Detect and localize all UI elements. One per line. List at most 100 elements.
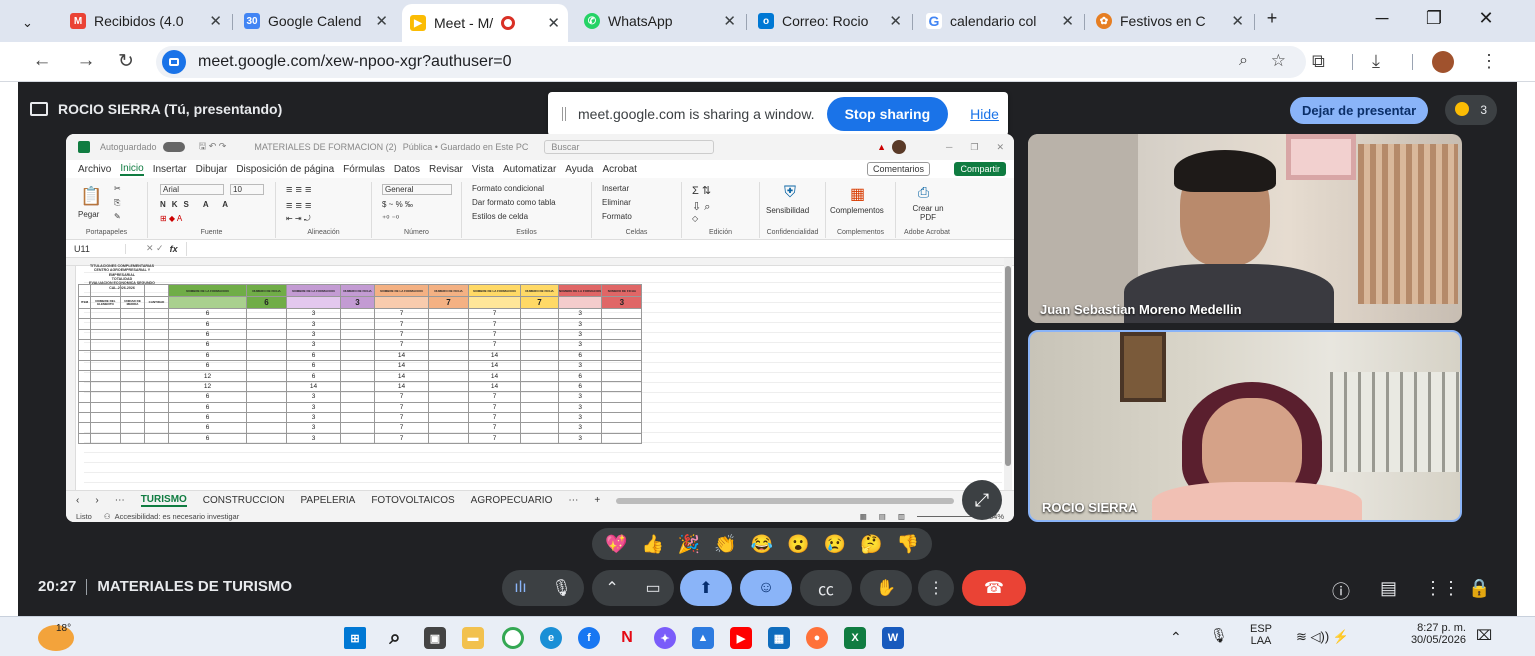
table-cell[interactable]: 3 — [286, 339, 341, 351]
table-cell[interactable] — [144, 370, 169, 382]
sheet-tab-construccion[interactable]: CONSTRUCCION — [203, 495, 285, 506]
table-cell[interactable] — [520, 370, 559, 382]
table-cell[interactable] — [78, 422, 91, 434]
close-icon[interactable]: ✕ — [723, 12, 736, 30]
table-cell[interactable] — [428, 318, 469, 330]
sheet-more-icon[interactable]: ⋯ — [115, 495, 125, 506]
reaction-party-icon[interactable]: 🎉 — [678, 534, 700, 555]
close-icon[interactable]: ✕ — [1061, 12, 1074, 30]
table-cell[interactable]: 6 — [286, 359, 341, 372]
table-cell[interactable]: 6 — [168, 349, 247, 361]
tab-meet[interactable]: ▶ Meet - M/ ✕ — [402, 4, 568, 42]
table-cell[interactable] — [120, 339, 145, 351]
table-cell[interactable]: 3 — [286, 328, 341, 341]
table-cell[interactable] — [428, 370, 469, 382]
new-tab-plus-icon[interactable]: + — [1252, 8, 1292, 29]
download-icon[interactable]: ⤓ — [1372, 51, 1380, 72]
table-cell[interactable]: 6 — [168, 401, 247, 413]
table-cell[interactable]: 7 — [468, 307, 521, 320]
sheet-tab-turismo[interactable]: TURISMO — [140, 494, 187, 507]
table-cell[interactable]: 3 — [557, 411, 603, 424]
excel-search[interactable]: Buscar — [544, 140, 715, 154]
close-icon[interactable]: ✕ — [889, 12, 902, 30]
menu-formulas[interactable]: Fórmulas — [343, 164, 385, 175]
table-cell[interactable]: 6 — [168, 391, 247, 403]
table-cell[interactable]: 6 — [168, 318, 247, 330]
table-cell[interactable]: 7 — [374, 411, 429, 424]
tab-outlook[interactable]: o Correo: Rocio ✕ — [750, 6, 910, 36]
copy-icon[interactable]: ⎘ — [114, 198, 120, 208]
close-icon[interactable]: ✕ — [996, 142, 1004, 153]
table-cell[interactable]: 7 — [468, 339, 521, 351]
table-cell[interactable]: 7 — [374, 401, 429, 413]
reaction-heart-icon[interactable]: 💖 — [605, 534, 627, 555]
menu-insertar[interactable]: Insertar — [153, 164, 187, 175]
table-cell[interactable] — [601, 339, 643, 351]
table-cell[interactable]: 7 — [374, 307, 429, 320]
view-page-layout-icon[interactable]: ▤ — [879, 512, 886, 521]
table-cell[interactable] — [144, 349, 169, 361]
table-cell[interactable] — [340, 328, 375, 341]
table-cell[interactable] — [340, 349, 375, 361]
table-cell[interactable] — [428, 307, 469, 320]
bookmark-star-icon[interactable]: ☆ — [1271, 51, 1286, 71]
table-cell[interactable]: 6 — [557, 349, 603, 361]
share-button[interactable]: Compartir — [954, 162, 1006, 176]
table-cell[interactable] — [90, 380, 121, 393]
table-cell[interactable] — [601, 401, 643, 413]
number-format-select[interactable]: General — [382, 184, 452, 195]
table-cell[interactable] — [78, 339, 91, 351]
hide-link[interactable]: Hide — [970, 106, 999, 122]
word-icon[interactable]: W — [882, 627, 904, 649]
url-text[interactable]: meet.google.com/xew-npoo-xgr?authuser=0 — [198, 53, 512, 71]
table-cell[interactable] — [428, 391, 469, 403]
emoji-reaction-button[interactable]: ☺ — [740, 570, 792, 606]
reaction-thumbs-up-icon[interactable]: 👍 — [641, 534, 663, 555]
table-cell[interactable] — [144, 328, 169, 341]
close-icon[interactable]: ✕ — [209, 12, 222, 30]
table-cell[interactable]: 3 — [557, 339, 603, 351]
table-cell[interactable] — [144, 307, 169, 320]
sheet-tab-papeleria[interactable]: PAPELERIA — [300, 495, 355, 506]
table-cell[interactable]: 6 — [168, 328, 247, 341]
table-cell[interactable] — [428, 349, 469, 361]
table-cell[interactable] — [246, 411, 287, 424]
table-cell[interactable] — [601, 411, 643, 424]
table-cell[interactable] — [120, 328, 145, 341]
m365-icon[interactable]: ▲ — [692, 627, 714, 649]
table-cell[interactable] — [120, 318, 145, 330]
participants-button[interactable]: 3 — [1445, 95, 1497, 125]
table-cell[interactable] — [90, 422, 121, 434]
table-cell[interactable]: 7 — [468, 432, 521, 445]
table-cell[interactable] — [601, 391, 643, 403]
tab-gmail[interactable]: M Recibidos (4.0 ✕ — [62, 6, 230, 36]
table-cell[interactable]: 3 — [286, 307, 341, 320]
table-cell[interactable]: 14 — [374, 380, 429, 393]
table-cell[interactable] — [601, 318, 643, 330]
font-size-select[interactable]: 10 — [230, 184, 264, 195]
table-cell[interactable] — [90, 349, 121, 361]
table-cell[interactable] — [340, 391, 375, 403]
drag-handle-icon[interactable] — [562, 107, 566, 121]
table-cell[interactable] — [78, 380, 91, 393]
table-cell[interactable] — [340, 422, 375, 434]
table-cell[interactable]: 14 — [468, 349, 521, 361]
table-cell[interactable] — [144, 401, 169, 413]
table-cell[interactable] — [601, 328, 643, 341]
menu-dibujar[interactable]: Dibujar — [196, 164, 228, 175]
autosum-sort-icons[interactable]: Σ ⇅ — [692, 184, 711, 197]
close-icon[interactable]: ✕ — [547, 14, 560, 32]
align-icons-2[interactable]: ≡ ≡ ≡ — [286, 200, 311, 212]
table-cell[interactable] — [340, 411, 375, 424]
table-cell[interactable] — [246, 401, 287, 413]
table-cell[interactable]: 3 — [557, 359, 603, 372]
table-cell[interactable] — [428, 380, 469, 393]
menu-ayuda[interactable]: Ayuda — [565, 164, 593, 175]
table-cell[interactable]: 7 — [374, 432, 429, 445]
table-cell[interactable] — [120, 359, 145, 372]
table-cell[interactable]: 7 — [374, 422, 429, 434]
addins-icon[interactable]: ▦ — [850, 184, 865, 204]
align-icons[interactable]: ≡ ≡ ≡ — [286, 184, 311, 196]
table-cell[interactable]: 3 — [557, 401, 603, 413]
table-cell[interactable] — [520, 422, 559, 434]
